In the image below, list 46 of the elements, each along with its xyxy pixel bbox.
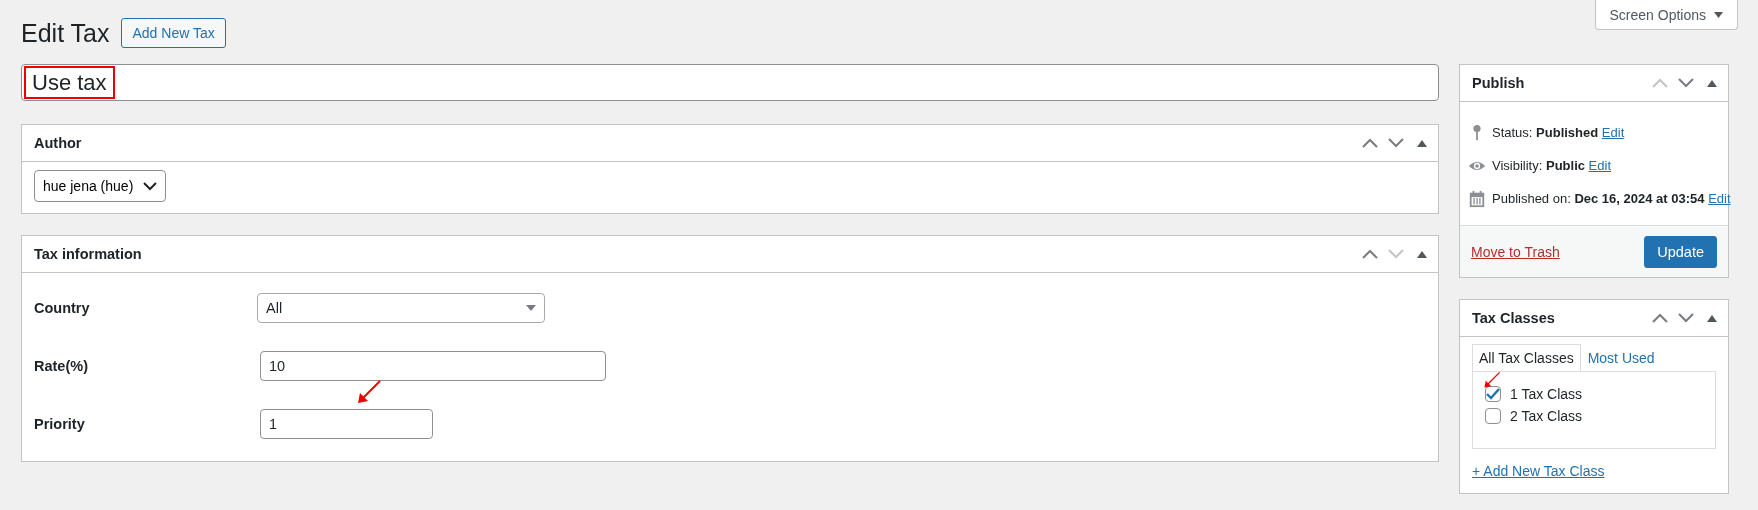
title-field[interactable]: Use tax	[21, 64, 1439, 101]
calendar-icon	[1468, 189, 1486, 208]
tab[interactable]: Most Used	[1580, 344, 1662, 372]
field-label: Rate(%)	[34, 358, 89, 374]
screen-options-button[interactable]: Screen Options	[1594, 0, 1738, 30]
caret-icon	[526, 305, 536, 311]
publish-info: Published on: Dec 16, 2024 at 03:54 Edit	[1492, 191, 1731, 206]
collapse-triangle-icon[interactable]	[1704, 78, 1720, 88]
add-new-button[interactable]: Add New Tax	[121, 18, 226, 48]
checkbox-label: 1 Tax Class	[1510, 386, 1583, 402]
move-down-icon[interactable]	[1678, 313, 1694, 323]
collapse-triangle-icon[interactable]	[1414, 249, 1430, 259]
page-title: Edit Tax	[21, 18, 110, 48]
collapse-triangle-icon[interactable]	[1704, 313, 1720, 323]
chevron-down-icon	[143, 181, 158, 191]
country-dropdown[interactable]: All	[257, 293, 545, 323]
edit-link[interactable]: Edit	[1601, 125, 1625, 140]
field-label: Country	[34, 300, 91, 316]
tab[interactable]: All Tax Classes	[1472, 344, 1581, 372]
edit-link[interactable]: Edit	[1708, 191, 1731, 206]
box-title: Author	[34, 135, 82, 151]
update-button[interactable]: Update	[1644, 235, 1717, 268]
publish-info: Status: Published Edit	[1492, 125, 1625, 140]
publish-info: Visibility: Public Edit	[1492, 158, 1611, 173]
move-to-trash-link[interactable]: Move to Trash	[1471, 243, 1560, 260]
move-up-icon[interactable]	[1362, 138, 1378, 148]
box-title: Tax information	[34, 246, 142, 262]
edit-link[interactable]: Edit	[1588, 158, 1611, 173]
arrow-annotation	[356, 379, 382, 405]
move-down-icon[interactable]	[1388, 138, 1404, 148]
field-label: Priority	[34, 416, 86, 432]
caret-icon	[1714, 11, 1723, 18]
box-title: Tax Classes	[1472, 310, 1555, 326]
collapse-triangle-icon[interactable]	[1414, 138, 1430, 148]
text-field[interactable]: 1	[260, 409, 433, 439]
move-up-icon[interactable]	[1652, 313, 1668, 323]
checkbox-label: 2 Tax Class	[1510, 408, 1583, 424]
move-up-icon[interactable]	[1362, 249, 1378, 259]
author-dropdown[interactable]: hue jena (hue)	[34, 170, 167, 202]
checkbox[interactable]	[1485, 386, 1501, 402]
text-field[interactable]: 10	[260, 351, 606, 381]
checkbox[interactable]	[1485, 408, 1501, 424]
add-new-tax-class-link[interactable]: + Add New Tax Class	[1472, 463, 1605, 479]
move-down-icon[interactable]	[1678, 78, 1694, 88]
box-title: Publish	[1472, 75, 1525, 91]
arrow-annotation	[1483, 371, 1501, 389]
